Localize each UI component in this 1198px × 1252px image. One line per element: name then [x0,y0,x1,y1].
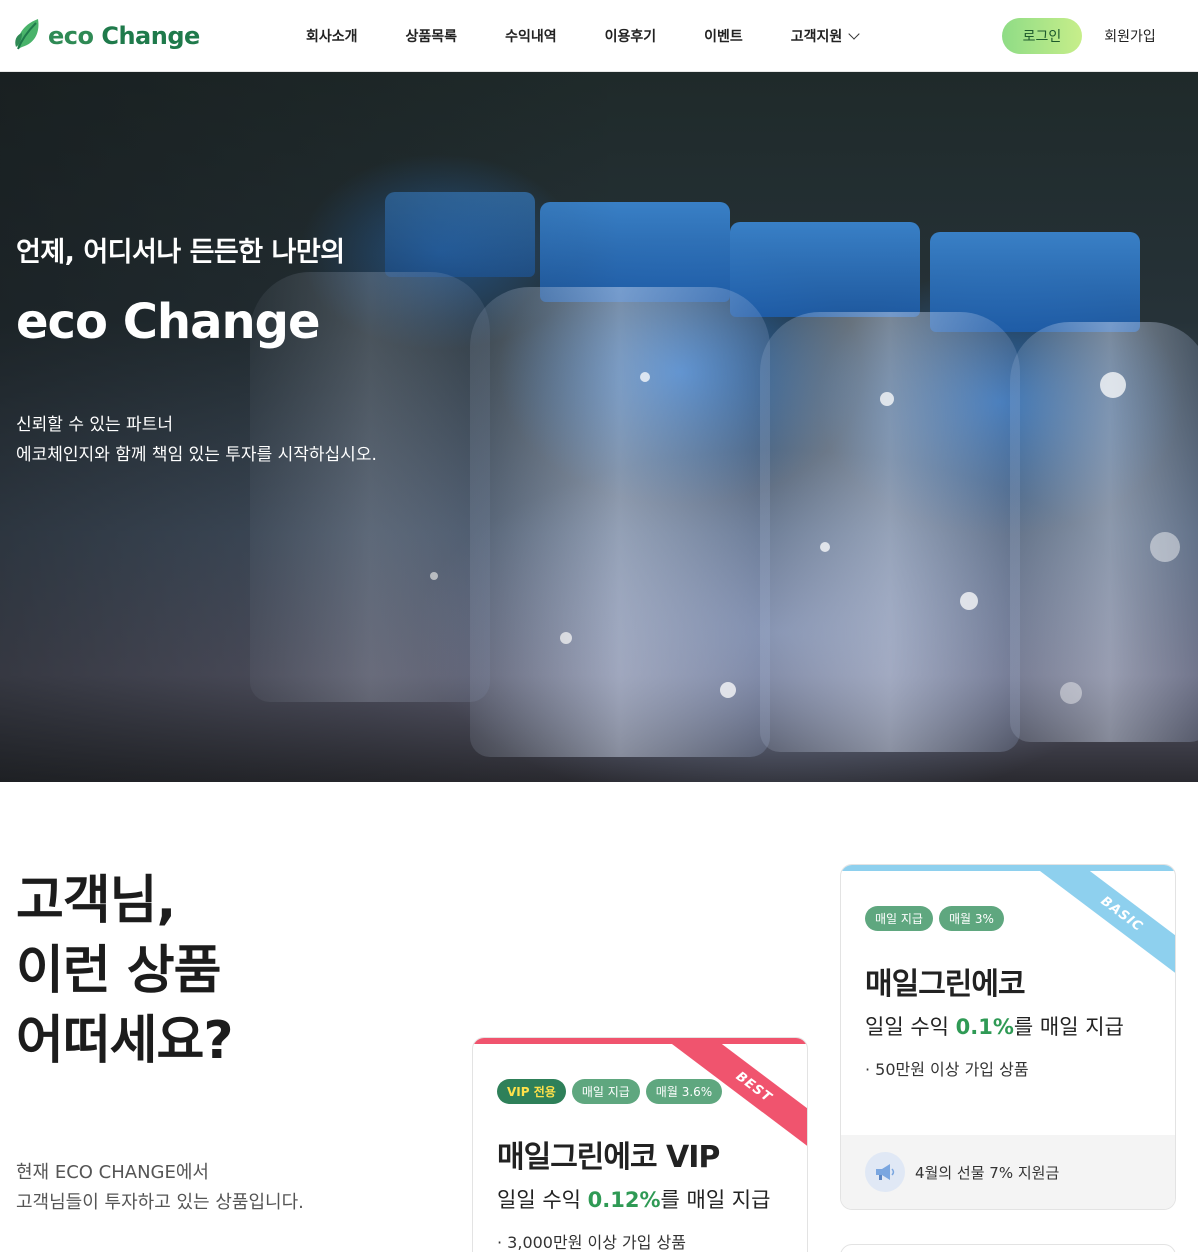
section-description: 현재 ECO CHANGE에서 고객님들이 투자하고 있는 상품입니다. [16,1158,304,1218]
section-desc-line1: 현재 ECO CHANGE에서 [16,1162,209,1183]
product-tags: VIP 전용 매일 지급 매월 3.6% [497,1079,723,1104]
site-header: eco Change 회사소개 상품목록 수익내역 이용후기 이벤트 고객지원 … [0,0,1198,72]
hero-title: eco Change [16,294,321,350]
basic-ribbon: BASIC [1035,865,1175,975]
section-title-line2: 이런 상품 [16,941,221,1001]
nav-products[interactable]: 상품목록 [406,26,458,46]
nav-support[interactable]: 고객지원 [790,26,860,46]
signup-button[interactable]: 회원가입 [1090,18,1170,54]
yield-suffix: 를 매일 지급 [1013,1015,1124,1039]
product-yield: 일일 수익 0.12%를 매일 지급 [497,1184,770,1214]
ribbon-label: BASIC [1035,865,1175,975]
product-name: 매일그린에코 [865,967,1026,1002]
yield-prefix: 일일 수익 [865,1015,956,1039]
hero-desc-line2: 에코체인지와 함께 책임 있는 투자를 시작하십시오. [16,445,377,465]
promo-text: 4월의 선물 7% 지원금 [915,1163,1060,1182]
promo-footer[interactable]: 4월의 선물 7% 지원금 [841,1135,1175,1209]
hero-subtitle: 언제, 어디서나 든든한 나만의 [16,237,345,268]
product-condition: · 3,000만원 이상 가입 상품 [497,1233,686,1252]
tag-vip: VIP 전용 [497,1079,566,1104]
main-nav: 회사소개 상품목록 수익내역 이용후기 이벤트 고객지원 [282,0,882,72]
nav-company[interactable]: 회사소개 [306,26,358,46]
yield-suffix: 를 매일 지급 [660,1188,771,1212]
product-card-partial[interactable] [840,1244,1176,1252]
yield-value: 0.1% [955,1015,1014,1039]
megaphone-icon [865,1152,905,1192]
hero-desc-line1: 신뢰할 수 있는 파트너 [16,415,173,435]
section-title-line3: 어떠세요? [16,1011,234,1071]
tag-monthly: 매월 3% [938,906,1004,931]
nav-events[interactable]: 이벤트 [704,26,743,46]
product-card-vip[interactable]: BEST VIP 전용 매일 지급 매월 3.6% 매일그린에코 VIP 일일 … [472,1037,808,1252]
yield-prefix: 일일 수익 [497,1188,588,1212]
nav-earnings[interactable]: 수익내역 [505,26,557,46]
product-name: 매일그린에코 VIP [497,1140,720,1175]
section-title-line1: 고객님, [16,871,176,931]
login-button[interactable]: 로그인 [1002,18,1082,54]
section-desc-line2: 고객님들이 투자하고 있는 상품입니다. [16,1192,304,1213]
tag-daily: 매일 지급 [865,906,933,931]
leaf-logo-icon [14,17,42,55]
yield-value: 0.12% [587,1188,661,1212]
product-yield: 일일 수익 0.1%를 매일 지급 [865,1011,1124,1041]
hero-description: 신뢰할 수 있는 파트너 에코체인지와 함께 책임 있는 투자를 시작하십시오. [16,410,377,470]
product-tags: 매일 지급 매월 3% [865,906,1004,931]
product-card-basic[interactable]: BASIC 매일 지급 매월 3% 매일그린에코 일일 수익 0.1%를 매일 … [840,864,1176,1210]
nav-reviews[interactable]: 이용후기 [605,26,657,46]
product-condition: · 50만원 이상 가입 상품 [865,1060,1029,1079]
hero-banner: 언제, 어디서나 든든한 나만의 eco Change 신뢰할 수 있는 파트너… [0,72,1198,782]
section-title: 고객님, 이런 상품 어떠세요? [16,866,234,1076]
chevron-down-icon [848,28,860,40]
logo[interactable]: eco Change [14,17,200,55]
logo-text: eco Change [48,22,200,50]
tag-monthly: 매월 3.6% [645,1079,723,1104]
tag-daily: 매일 지급 [571,1079,640,1104]
nav-support-label: 고객지원 [790,29,843,45]
